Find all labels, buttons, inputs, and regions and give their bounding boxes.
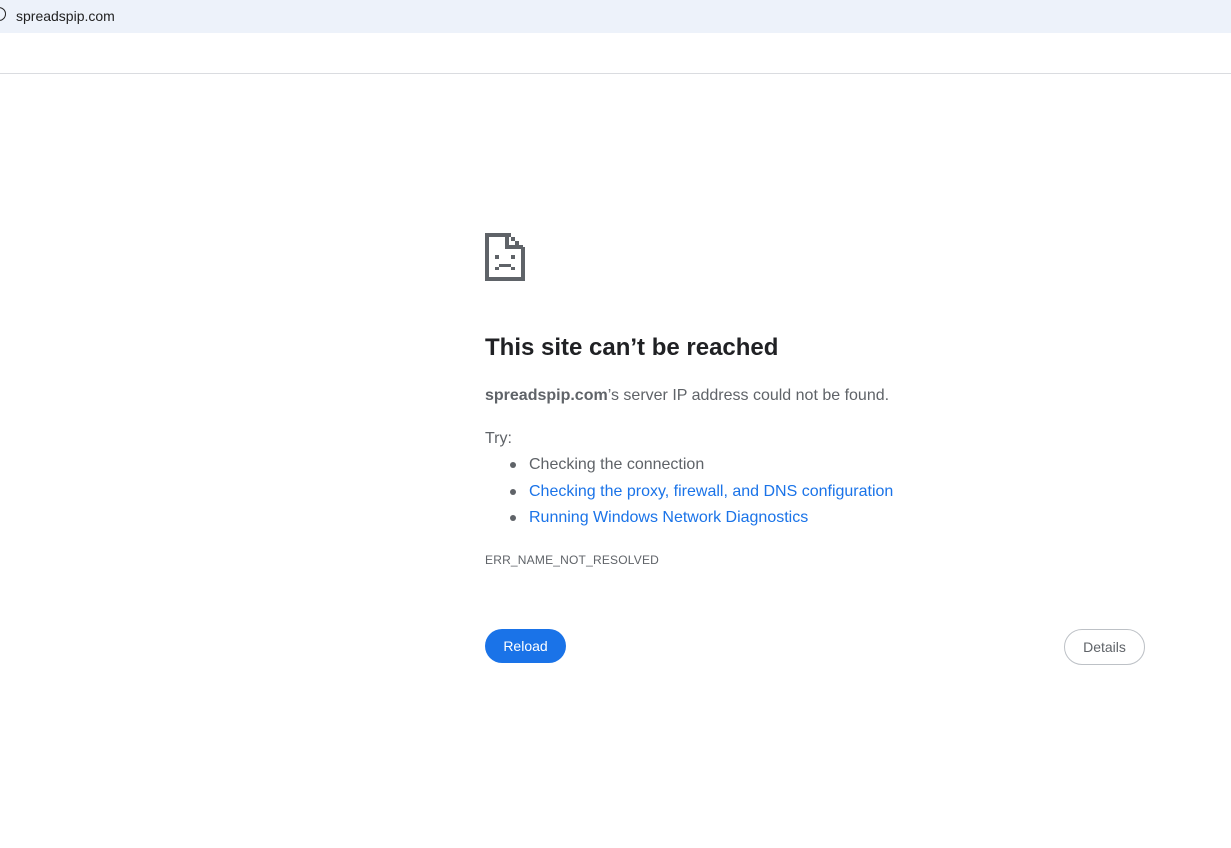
reload-button[interactable]: Reload [485, 629, 566, 663]
address-bar[interactable]: spreadspip.com [0, 0, 1231, 33]
sad-page-icon [485, 233, 525, 281]
suggestion-network-diagnostics-link[interactable]: Running Windows Network Diagnostics [485, 507, 893, 534]
error-title: This site can’t be reached [485, 334, 779, 361]
toolbar-area [0, 33, 1231, 74]
error-code: ERR_NAME_NOT_RESOLVED [485, 553, 660, 567]
try-label: Try: [485, 430, 512, 447]
site-info-icon[interactable] [0, 7, 6, 21]
error-summary: spreadspip.com’s server IP address could… [485, 385, 889, 407]
error-summary-text: ’s server IP address could not be found. [607, 387, 890, 404]
error-host: spreadspip.com [485, 387, 608, 404]
suggestion-check-proxy-link[interactable]: Checking the proxy, firewall, and DNS co… [485, 481, 893, 508]
suggestions-list: Checking the connection Checking the pro… [485, 454, 893, 534]
details-button[interactable]: Details [1064, 629, 1145, 665]
url-text[interactable]: spreadspip.com [16, 7, 115, 25]
suggestion-check-connection: Checking the connection [485, 454, 893, 481]
